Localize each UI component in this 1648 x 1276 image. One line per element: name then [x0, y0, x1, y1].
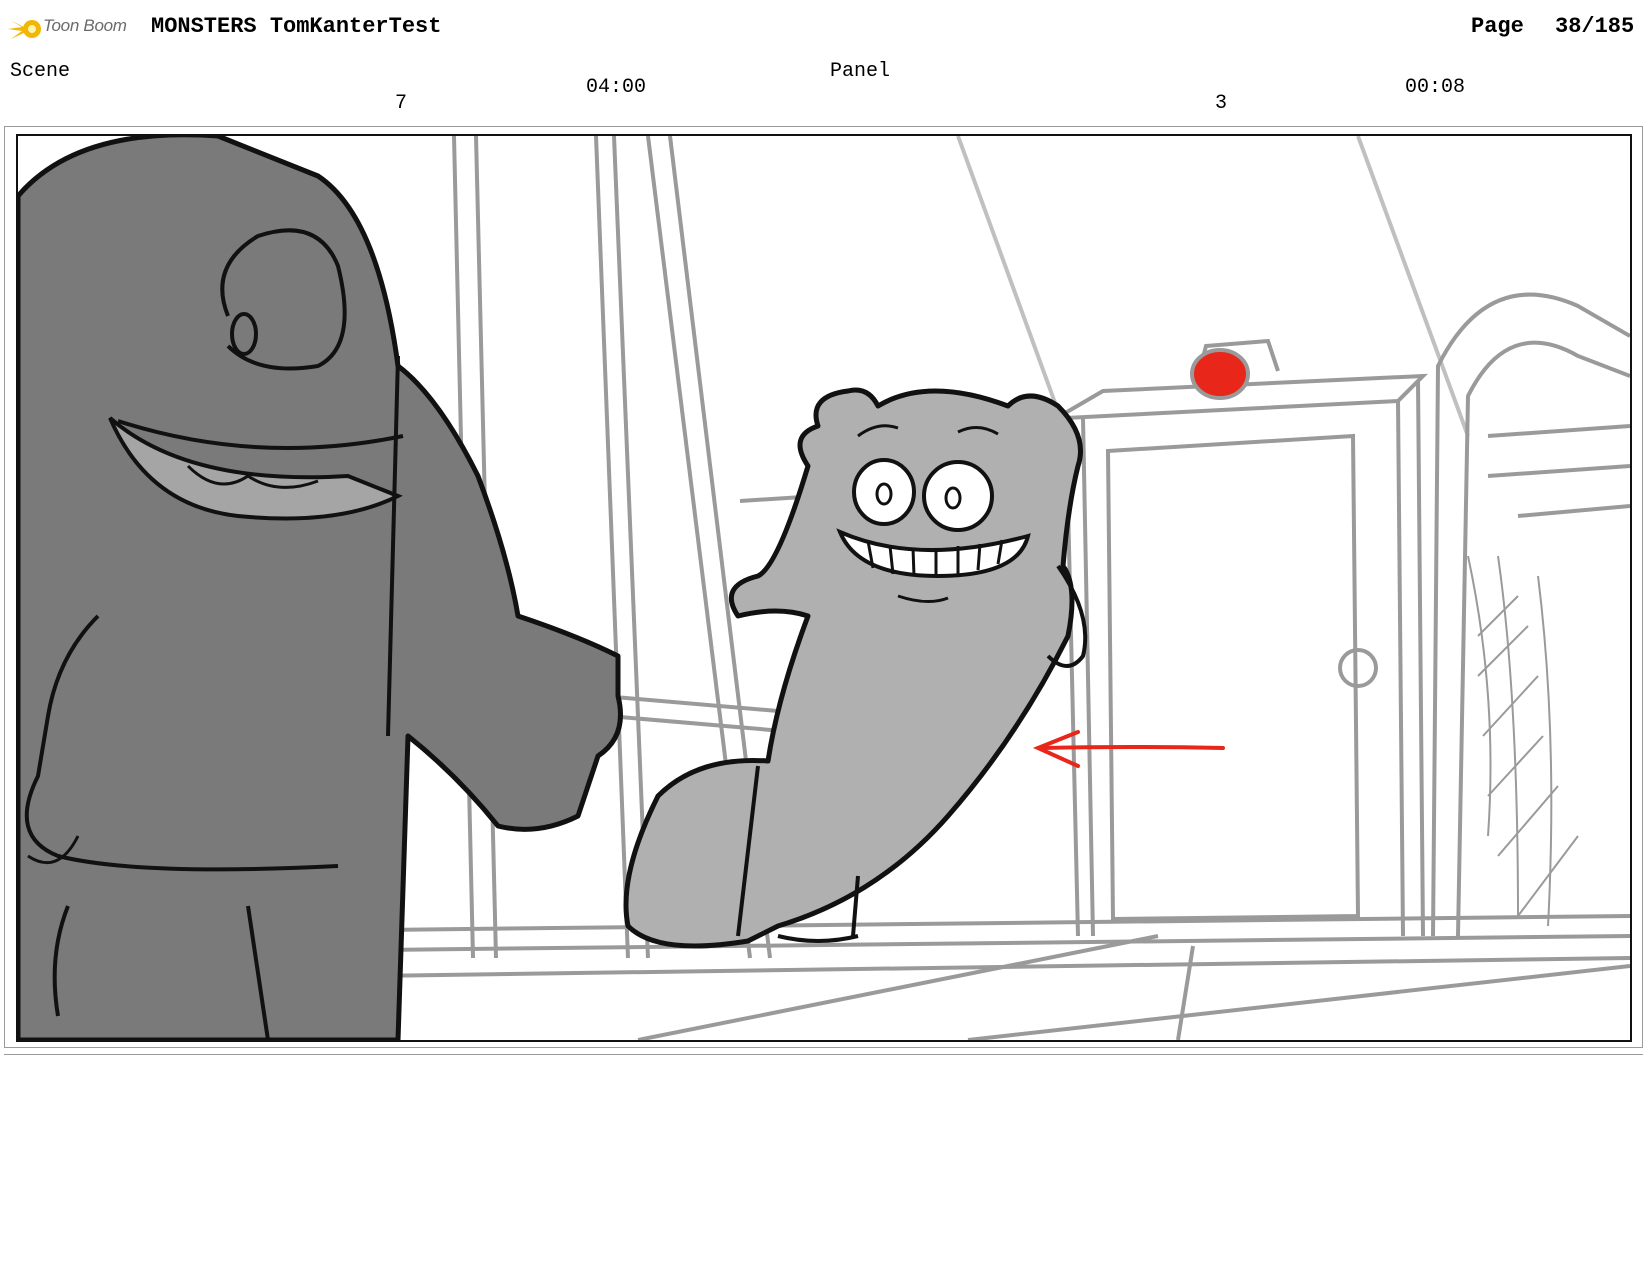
scene-label: Scene [10, 60, 71, 83]
small-monster-sketch [623, 387, 1088, 949]
panel-bottom-rule [4, 1054, 1643, 1055]
panel-label: Panel [830, 60, 891, 83]
page-number: 38/185 [1555, 14, 1635, 39]
panel-duration: 00:08 [1405, 76, 1466, 99]
storyboard-panel-image [16, 134, 1632, 1042]
motion-arrow [1032, 730, 1225, 768]
door-red-light [1190, 348, 1250, 400]
sparkle-icon [8, 20, 41, 39]
document-title: MONSTERS TomKanterTest [151, 14, 442, 39]
scene-duration: 04:00 [586, 76, 647, 99]
panel-number: 3 [1215, 92, 1228, 115]
page-label: Page [1471, 14, 1524, 39]
scene-number: 7 [395, 92, 408, 115]
big-monster-sketch [18, 136, 623, 1040]
logo-text: Toon Boom [43, 16, 127, 35]
